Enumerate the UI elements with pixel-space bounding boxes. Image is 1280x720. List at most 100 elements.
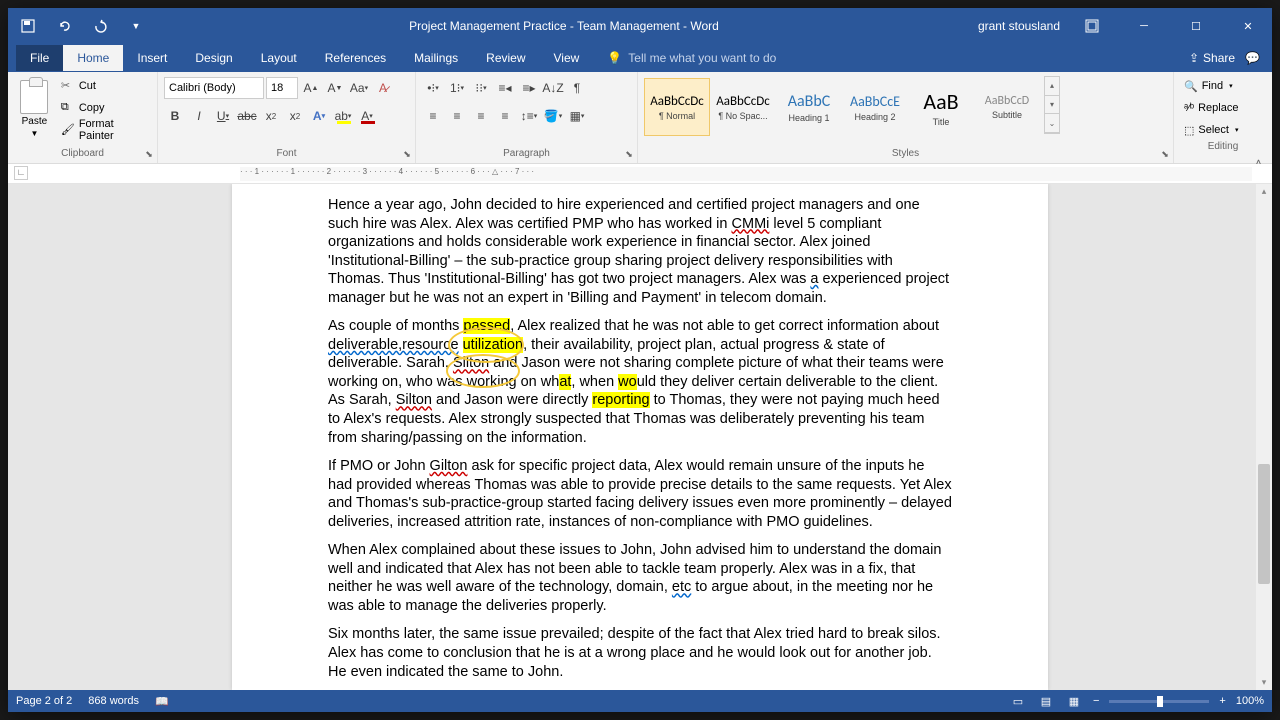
borders-button[interactable]: ▦▾ <box>566 105 588 127</box>
styles-gallery[interactable]: AaBbCcDc¶ NormalAaBbCcDc¶ No Spac...AaBb… <box>644 76 1040 136</box>
vertical-scrollbar[interactable]: ▴ ▾ <box>1256 184 1272 690</box>
style-heading-1[interactable]: AaBbCHeading 1 <box>776 78 842 136</box>
word-count[interactable]: 868 words <box>88 695 139 707</box>
minimize-button[interactable]: ─ <box>1124 8 1164 44</box>
cursor-icon: ⬚ <box>1184 124 1194 137</box>
clipboard-launcher[interactable]: ⬊ <box>143 149 155 161</box>
tab-file[interactable]: File <box>16 45 63 71</box>
close-button[interactable]: ✕ <box>1228 8 1268 44</box>
subscript-button[interactable]: x2 <box>260 105 282 127</box>
maximize-button[interactable]: ☐ <box>1176 8 1216 44</box>
tab-references[interactable]: References <box>311 45 400 71</box>
font-color-button[interactable]: A▾ <box>356 105 378 127</box>
font-name-select[interactable] <box>164 77 264 99</box>
show-marks-button[interactable]: ¶ <box>566 77 588 99</box>
highlight-button[interactable]: ab▾ <box>332 105 354 127</box>
paragraph-2[interactable]: As couple of months passed, Alex realize… <box>328 317 952 447</box>
paragraph-launcher[interactable]: ⬊ <box>623 149 635 161</box>
save-button[interactable] <box>14 12 42 40</box>
paragraph-4[interactable]: When Alex complained about these issues … <box>328 541 952 615</box>
zoom-out-button[interactable]: − <box>1093 695 1099 707</box>
styles-launcher[interactable]: ⬊ <box>1159 149 1171 161</box>
ribbon-tabs: File Home Insert Design Layout Reference… <box>8 44 1272 72</box>
undo-button[interactable] <box>50 12 78 40</box>
decrease-indent-button[interactable]: ≡◂ <box>494 77 516 99</box>
tab-view[interactable]: View <box>540 45 594 71</box>
tab-layout[interactable]: Layout <box>247 45 311 71</box>
tab-design[interactable]: Design <box>181 45 246 71</box>
document-area: Hence a year ago, John decided to hire e… <box>8 184 1272 690</box>
group-label-font: Font <box>164 147 409 163</box>
shrink-font-button[interactable]: A▼ <box>324 77 346 99</box>
select-button[interactable]: ⬚Select▾ <box>1180 120 1266 140</box>
find-button[interactable]: 🔍Find▾ <box>1180 76 1266 96</box>
grow-font-button[interactable]: A▲ <box>300 77 322 99</box>
multilevel-button[interactable]: ⁝⁝▾ <box>470 77 492 99</box>
tab-review[interactable]: Review <box>472 45 539 71</box>
style---normal[interactable]: AaBbCcDc¶ Normal <box>644 78 710 136</box>
horizontal-ruler[interactable]: · · · 1 · · · · · · 1 · · · · · · 2 · · … <box>240 167 1252 181</box>
ribbon: Paste ▼ ✂Cut ⧉Copy 🖌Format Painter Clipb… <box>8 72 1272 164</box>
qat-customize[interactable]: ▼ <box>122 12 150 40</box>
tab-insert[interactable]: Insert <box>123 45 181 71</box>
paragraph-5[interactable]: Six months later, the same issue prevail… <box>328 625 952 681</box>
zoom-level[interactable]: 100% <box>1236 695 1264 707</box>
styles-more[interactable]: ▴▾⌄ <box>1044 76 1060 134</box>
shading-button[interactable]: 🪣▾ <box>542 105 564 127</box>
redo-button[interactable] <box>86 12 114 40</box>
copy-button[interactable]: ⧉Copy <box>59 98 151 118</box>
underline-button[interactable]: U▾ <box>212 105 234 127</box>
share-button[interactable]: ⇪Share <box>1189 51 1235 65</box>
account-icon[interactable] <box>1072 8 1112 44</box>
style-title[interactable]: AaBTitle <box>908 78 974 136</box>
style-heading-2[interactable]: AaBbCcEHeading 2 <box>842 78 908 136</box>
titlebar: ▼ Project Management Practice - Team Man… <box>8 8 1272 44</box>
zoom-slider[interactable] <box>1109 700 1209 703</box>
zoom-in-button[interactable]: + <box>1219 695 1225 707</box>
align-center-button[interactable]: ≡ <box>446 105 468 127</box>
clear-format-button[interactable]: A̷ <box>372 77 394 99</box>
lightbulb-icon: 💡 <box>607 51 622 65</box>
font-launcher[interactable]: ⬊ <box>401 149 413 161</box>
bullets-button[interactable]: •⁝▾ <box>422 77 444 99</box>
format-painter-button[interactable]: 🖌Format Painter <box>59 120 151 140</box>
read-mode-button[interactable]: ▭ <box>1009 693 1027 709</box>
tellme-label: Tell me what you want to do <box>628 51 776 65</box>
text-effects-button[interactable]: A▾ <box>308 105 330 127</box>
style-subtitle[interactable]: AaBbCcDSubtitle <box>974 78 1040 136</box>
proofing-icon[interactable]: 📖 <box>155 695 169 708</box>
superscript-button[interactable]: x2 <box>284 105 306 127</box>
page[interactable]: Hence a year ago, John decided to hire e… <box>232 184 1048 690</box>
bold-button[interactable]: B <box>164 105 186 127</box>
statusbar: Page 2 of 2 868 words 📖 ▭ ▤ ▦ − + 100% <box>8 690 1272 712</box>
cut-button[interactable]: ✂Cut <box>59 76 151 96</box>
brush-icon: 🖌 <box>61 123 75 137</box>
tab-mailings[interactable]: Mailings <box>400 45 472 71</box>
paragraph-1[interactable]: Hence a year ago, John decided to hire e… <box>328 196 952 307</box>
align-left-button[interactable]: ≡ <box>422 105 444 127</box>
italic-button[interactable]: I <box>188 105 210 127</box>
tab-home[interactable]: Home <box>63 45 123 71</box>
font-size-select[interactable] <box>266 77 298 99</box>
replace-button[interactable]: ᵃ⁄ᵇReplace <box>1180 98 1266 118</box>
paste-button[interactable]: Paste ▼ <box>14 76 55 138</box>
tellme[interactable]: 💡 Tell me what you want to do <box>593 45 790 71</box>
scroll-thumb[interactable] <box>1258 464 1270 584</box>
align-right-button[interactable]: ≡ <box>470 105 492 127</box>
web-layout-button[interactable]: ▦ <box>1065 693 1083 709</box>
sort-button[interactable]: A↓Z <box>542 77 564 99</box>
tab-selector[interactable]: ∟ <box>14 166 28 180</box>
comments-button[interactable]: 💬 <box>1245 51 1260 65</box>
strike-button[interactable]: abc <box>236 105 258 127</box>
style---no-spac---[interactable]: AaBbCcDc¶ No Spac... <box>710 78 776 136</box>
increase-indent-button[interactable]: ≡▸ <box>518 77 540 99</box>
numbering-button[interactable]: 1⁝▾ <box>446 77 468 99</box>
line-spacing-button[interactable]: ↕≡▾ <box>518 105 540 127</box>
justify-button[interactable]: ≡ <box>494 105 516 127</box>
change-case-button[interactable]: Aa▾ <box>348 77 370 99</box>
scissors-icon: ✂ <box>61 79 75 93</box>
print-layout-button[interactable]: ▤ <box>1037 693 1055 709</box>
paragraph-3[interactable]: If PMO or John Gilton ask for specific p… <box>328 457 952 531</box>
replace-icon: ᵃ⁄ᵇ <box>1184 102 1194 114</box>
page-indicator[interactable]: Page 2 of 2 <box>16 695 72 707</box>
